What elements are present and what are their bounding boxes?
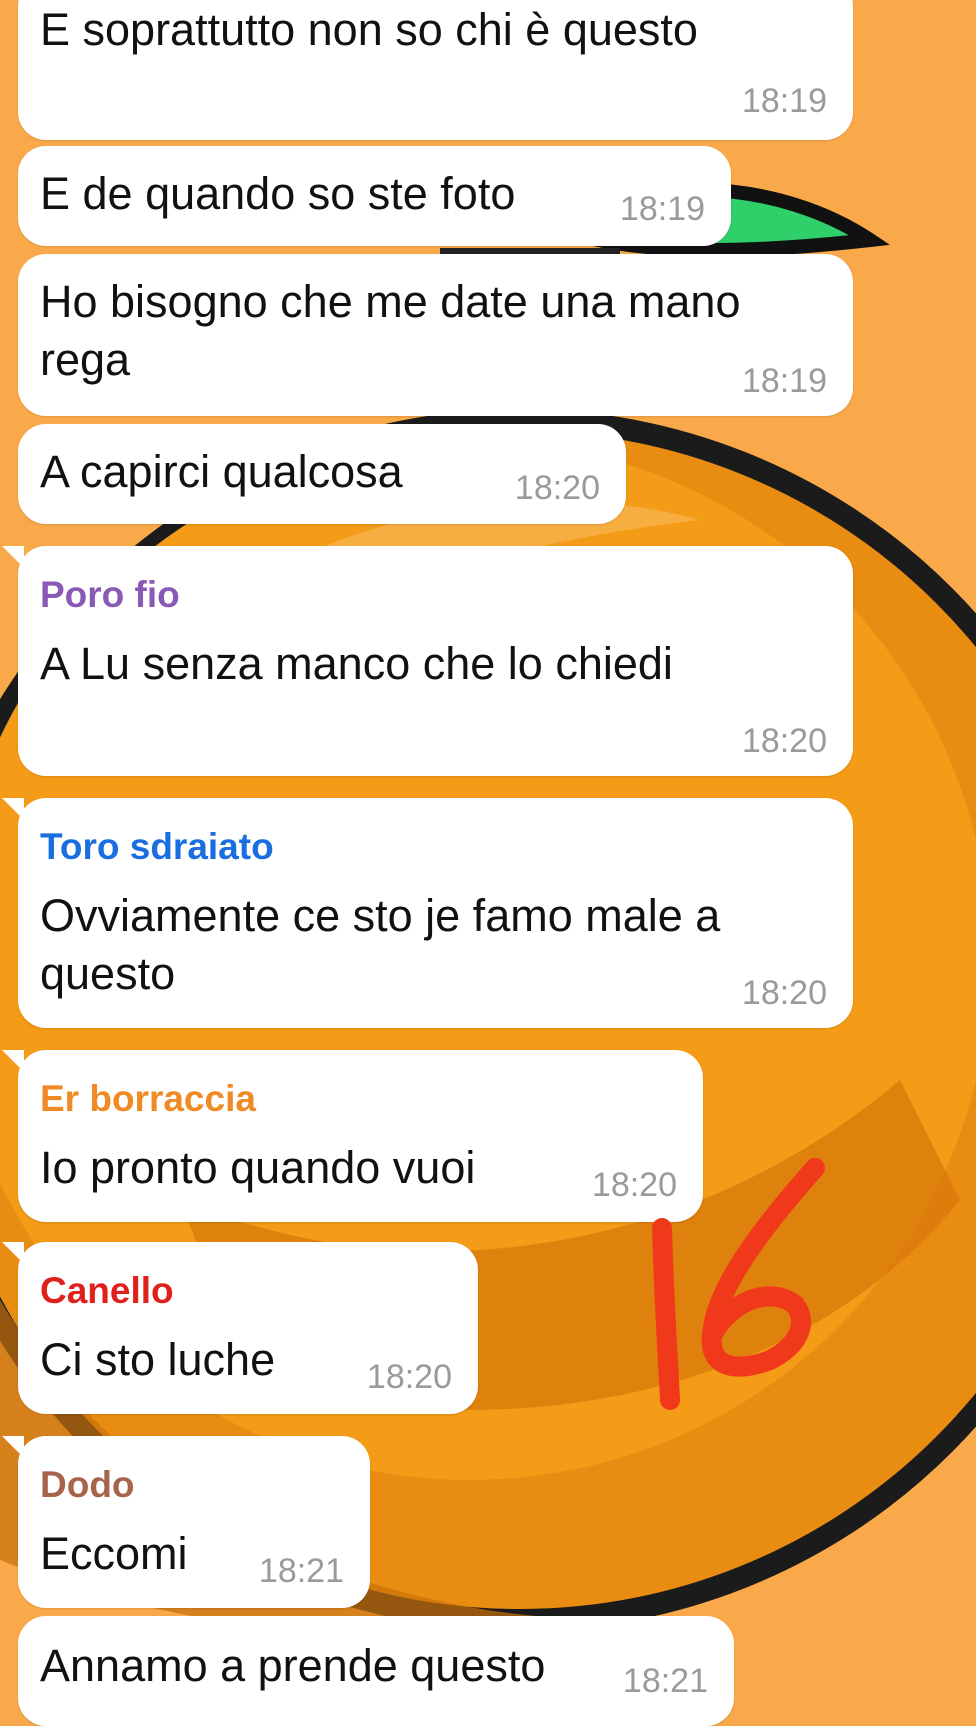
handwritten-number-annotation (652, 1158, 825, 1410)
